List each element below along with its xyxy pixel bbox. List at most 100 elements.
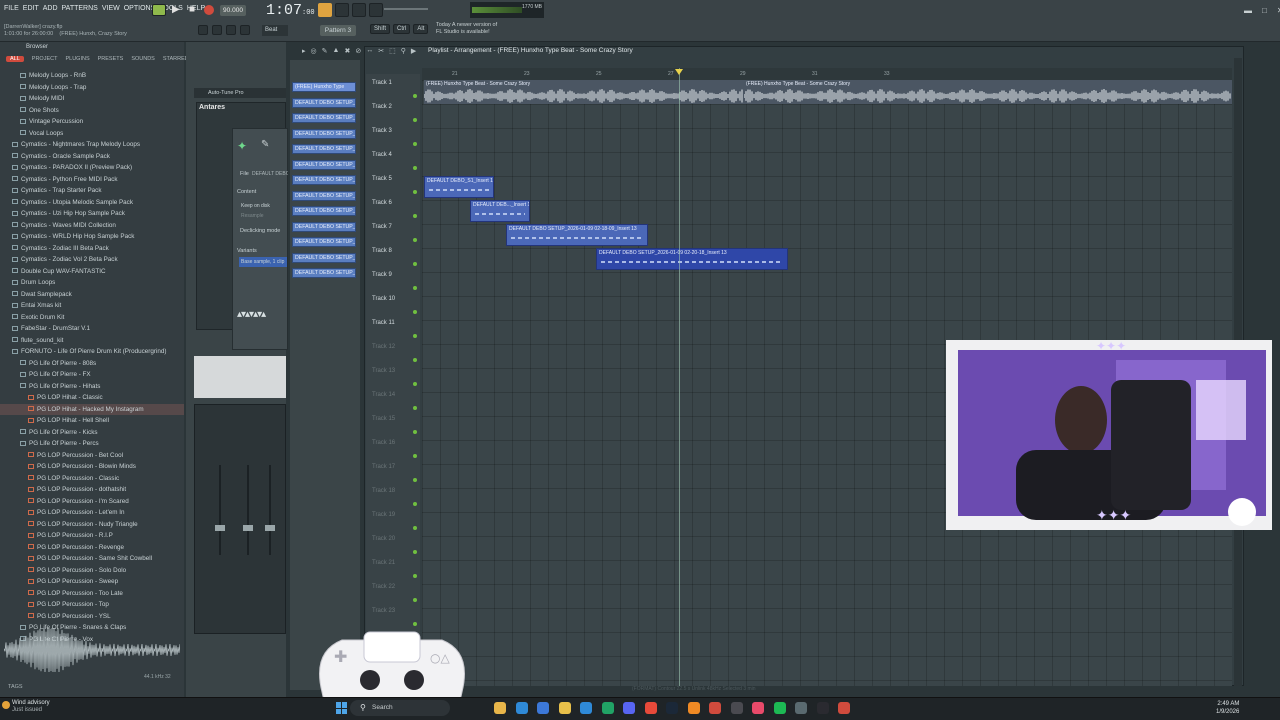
zoom-tool-icon[interactable]: ⚲ <box>401 47 406 55</box>
browser-file-item[interactable]: PG LOP Hihat - Hell Shell <box>0 415 184 427</box>
track-mute-led[interactable] <box>413 478 417 482</box>
countdown-icon[interactable] <box>352 3 366 17</box>
track-label[interactable]: Track 18 <box>372 488 395 494</box>
fader-1[interactable] <box>215 525 225 531</box>
arrow-icon[interactable] <box>226 25 236 35</box>
slice-tool-icon[interactable]: ✂ <box>378 47 384 55</box>
channel-button[interactable]: DEFAULT DEBO SETUP_202 <box>292 144 356 154</box>
browser-folder-item[interactable]: Cymatics - Uzi Hip Hop Sample Pack <box>0 208 184 220</box>
system-clock[interactable]: 2:49 AM 1/9/2026 <box>1216 700 1239 716</box>
keep-on-disk-option[interactable]: Keep on disk <box>241 203 270 209</box>
track-label[interactable]: Track 17 <box>372 464 395 470</box>
browser-file-item[interactable]: PG LOP Percussion - Solo Dolo <box>0 565 184 577</box>
track-label[interactable]: Track 11 <box>372 320 395 326</box>
piano-keys[interactable] <box>194 356 286 398</box>
browser-tab-presets[interactable]: PRESETS <box>98 56 124 62</box>
track-mute-led[interactable] <box>413 406 417 410</box>
browser-folder-item[interactable]: Entai Xmas kit <box>0 300 184 312</box>
file-explorer-icon[interactable] <box>494 702 506 714</box>
metronome-icon[interactable] <box>318 3 332 17</box>
steam-icon[interactable] <box>666 702 678 714</box>
browser-folder-item[interactable]: Exotic Drum Kit <box>0 312 184 324</box>
browser-folder-item[interactable]: Melody MIDI <box>0 93 184 105</box>
menu-options[interactable]: OPTIONS <box>124 5 156 12</box>
alt-key[interactable]: Alt <box>413 24 429 34</box>
browser-file-item[interactable]: PG LOP Percussion - Let'em In <box>0 507 184 519</box>
browser-folder-item[interactable]: FORNUTO - Life Of Pierre Drum Kit (Produ… <box>0 346 184 358</box>
browser-folder-item[interactable]: PG Life Of Pierre - Kicks <box>0 427 184 439</box>
stop-icon[interactable]: ■ <box>189 4 195 15</box>
pattern-clip[interactable]: DEFAULT DEB..._Insert 13 <box>470 200 530 222</box>
track-mute-led[interactable] <box>413 334 417 338</box>
browser-folder-item[interactable]: Cymatics - Zodiac III Beta Pack <box>0 243 184 255</box>
browser-folder-item[interactable]: Cymatics - WRLD Hip Hop Sample Pack <box>0 231 184 243</box>
channel-button[interactable]: (FREE) Hunxho Type <box>292 82 356 92</box>
browser-folder-item[interactable]: One Shots <box>0 105 184 117</box>
browser-folder-item[interactable]: Melody Loops - Trap <box>0 82 184 94</box>
channel-button[interactable]: DEFAULT DEBO SETUP_202 <box>292 159 356 170</box>
snap-mode-select[interactable]: Beat <box>262 25 288 36</box>
browser-folder-item[interactable]: Cymatics - Waves MIDI Collection <box>0 220 184 232</box>
channel-button[interactable]: DEFAULT DEBO SETUP_202 <box>292 252 356 263</box>
track-mute-led[interactable] <box>413 382 417 386</box>
playhead[interactable] <box>679 68 680 686</box>
browser-folder-item[interactable]: Cymatics - Python Free MIDI Pack <box>0 174 184 186</box>
pattern-icon[interactable] <box>212 25 222 35</box>
browser-file-item[interactable]: PG LOP Percussion - R.I.P <box>0 530 184 542</box>
track-label[interactable]: Track 7 <box>372 224 392 230</box>
track-label[interactable]: Track 2 <box>372 104 392 110</box>
channel-button[interactable]: DEFAULT DEBO SETUP_202 <box>292 206 356 216</box>
pattern-clip[interactable]: DEFAULT DEBO_S1_Insert 13 <box>424 176 494 198</box>
pattern-song-toggle[interactable] <box>152 4 166 16</box>
track-mute-led[interactable] <box>413 526 417 530</box>
browser-folder-item[interactable]: Cymatics - Nightmares Trap Melody Loops <box>0 139 184 151</box>
channel-button[interactable]: DEFAULT DEBO SETUP_202 <box>292 221 356 232</box>
tags-label[interactable]: TAGS <box>8 684 23 690</box>
app-icon[interactable] <box>838 702 850 714</box>
browser-folder-item[interactable]: Cymatics - Oracle Sample Pack <box>0 151 184 163</box>
calculator-icon[interactable] <box>795 702 807 714</box>
menu-file[interactable]: FILE <box>4 5 19 12</box>
channel-button[interactable]: DEFAULT DEBO SETUP_202 <box>292 113 356 123</box>
track-mute-led[interactable] <box>413 430 417 434</box>
track-label[interactable]: Track 15 <box>372 416 395 422</box>
discord-icon[interactable] <box>623 702 635 714</box>
variant-select[interactable]: Base sample, 1 clip <box>239 257 287 267</box>
shift-key[interactable]: Shift <box>370 24 391 34</box>
loop-record-icon[interactable] <box>369 3 383 17</box>
browser-folder-item[interactable]: PG Life Of Pierre - FX <box>0 369 184 381</box>
browser-tab-project[interactable]: PROJECT <box>32 56 58 62</box>
channel-button[interactable]: DEFAULT DEBO SETUP_202 <box>292 97 356 108</box>
track-label[interactable]: Track 21 <box>372 560 395 566</box>
terminal-icon[interactable] <box>816 702 829 714</box>
track-mute-led[interactable] <box>413 598 417 602</box>
browser-folder-item[interactable]: FabeStar - DrumStar V.1 <box>0 323 184 335</box>
fader-3[interactable] <box>265 525 275 531</box>
browser-folder-item[interactable]: PG Life Of Pierre - Hihats <box>0 381 184 393</box>
browser-folder-item[interactable]: Melody Loops - RnB <box>0 70 184 82</box>
wait-record-icon[interactable] <box>335 3 349 17</box>
track-label[interactable]: Track 4 <box>372 152 392 158</box>
track-mute-led[interactable] <box>413 94 417 98</box>
browser-folder-item[interactable]: PG Life Of Pierre - Percs <box>0 438 184 450</box>
browser-file-item[interactable]: PG LOP Percussion - Sweep <box>0 576 184 588</box>
track-mute-led[interactable] <box>413 166 417 170</box>
maximize-icon[interactable]: □ <box>1262 6 1267 15</box>
paint-tool-icon[interactable]: ▲ <box>333 47 340 55</box>
browser-folder-item[interactable]: Cymatics - Trap Starter Pack <box>0 185 184 197</box>
browser-file-item[interactable]: PG LOP Percussion - dothatshit <box>0 484 184 496</box>
browser-folder-item[interactable]: Dwat Samplepack <box>0 289 184 301</box>
browser-file-item[interactable]: PG LOP Percussion - Revenge <box>0 542 184 554</box>
start-button[interactable] <box>336 702 348 714</box>
track-mute-led[interactable] <box>413 574 417 578</box>
channel-button[interactable]: DEFAULT DEBO SETUP_202 <box>292 237 356 247</box>
track-label[interactable]: Track 19 <box>372 512 395 518</box>
track-label[interactable]: Track 22 <box>372 584 395 590</box>
track-label[interactable]: Track 14 <box>372 392 395 398</box>
resample-option[interactable]: Resample <box>241 213 264 219</box>
track-mute-led[interactable] <box>413 142 417 146</box>
track-label[interactable]: Track 8 <box>372 248 392 254</box>
magnet-icon[interactable]: ◎ <box>311 47 317 55</box>
pattern-clip[interactable]: DEFAULT DEBO SETUP_2026-01-09 02-18-09_I… <box>506 224 648 246</box>
excel-icon[interactable] <box>601 702 614 714</box>
